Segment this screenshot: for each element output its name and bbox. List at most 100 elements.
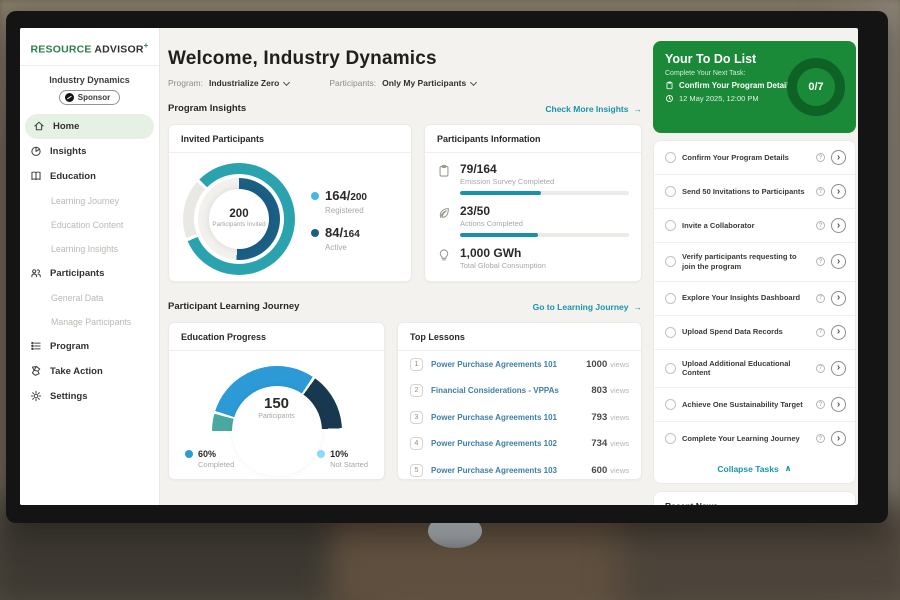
info-icon[interactable]: ? [816, 434, 825, 443]
program-filter-dropdown[interactable]: Industrialize Zero [209, 78, 289, 88]
lesson-link[interactable]: Financial Considerations - VPPAs [431, 386, 591, 395]
lesson-link[interactable]: Power Purchase Agreements 101 [431, 360, 586, 369]
progress-fill-0 [460, 191, 541, 195]
chevron-right-icon[interactable]: › [831, 431, 846, 446]
todo-item-label: Upload Additional Educational Content [682, 359, 810, 379]
lesson-row-2[interactable]: 2 Financial Considerations - VPPAs 803 v… [398, 378, 641, 405]
checkbox-circle[interactable] [665, 152, 676, 163]
program-insights-header: Program Insights Check More Insights → [168, 103, 642, 114]
sidebar-item-home[interactable]: Home [25, 114, 154, 139]
todo-item-9[interactable]: Complete Your Learning Journey ? › [654, 422, 855, 455]
todo-item-3[interactable]: Invite a Collaborator ? › [654, 209, 855, 243]
sidebar-item-education-content[interactable]: Education Content [20, 213, 159, 237]
checkbox-circle[interactable] [665, 293, 676, 304]
progress-fill-1 [460, 233, 538, 237]
info-icon[interactable]: ? [816, 294, 825, 303]
todo-item-2[interactable]: Send 50 Invitations to Participants ? › [654, 175, 855, 209]
sidebar-item-settings[interactable]: Settings [20, 384, 159, 409]
todo-item-1[interactable]: Confirm Your Program Details ? › [654, 141, 855, 175]
checkbox-circle[interactable] [665, 256, 676, 267]
sidebar-item-participants[interactable]: Participants [20, 261, 159, 286]
chevron-right-icon[interactable]: › [831, 397, 846, 412]
sidebar-item-education[interactable]: Education [20, 164, 159, 189]
lesson-views-count: 1000 [586, 359, 607, 370]
lesson-link[interactable]: Power Purchase Agreements 102 [431, 439, 591, 448]
actions-completed-row: 23/50 Actions Completed [425, 195, 641, 237]
todo-item-4[interactable]: Verify participants requesting to join t… [654, 243, 855, 282]
info-icon[interactable]: ? [816, 221, 825, 230]
sidebar-item-take-action[interactable]: Take Action [20, 359, 159, 384]
todo-list-card: Confirm Your Program Details ? › Send 50… [653, 140, 856, 484]
legend-entry-completed: 60% Completed [185, 449, 234, 469]
chevron-right-icon[interactable]: › [831, 150, 846, 165]
education-progress-title: Education Progress [169, 323, 384, 351]
checkbox-circle[interactable] [665, 327, 676, 338]
checkbox-circle[interactable] [665, 186, 676, 197]
checkbox-circle[interactable] [665, 363, 676, 374]
chevron-right-icon[interactable]: › [831, 254, 846, 269]
collapse-tasks-label: Collapse Tasks [717, 464, 778, 474]
sidebar-item-program[interactable]: Program [20, 334, 159, 359]
lesson-row-3[interactable]: 3 Power Purchase Agreements 101 793 view… [398, 404, 641, 431]
sidebar-item-manage-participants[interactable]: Manage Participants [20, 310, 159, 334]
invited-legend: 164/200 Registered 84/164 Active [311, 178, 367, 261]
checkbox-circle[interactable] [665, 433, 676, 444]
sidebar-item-label: Education Content [51, 220, 123, 230]
info-icon[interactable]: ? [816, 364, 825, 373]
home-icon [33, 120, 45, 132]
chevron-right-icon[interactable]: › [831, 218, 846, 233]
todo-item-label: Achieve One Sustainability Target [682, 400, 810, 410]
sidebar-item-insights[interactable]: Insights [20, 139, 159, 164]
registered-value: 164/ [325, 188, 350, 203]
program-insights-title: Program Insights [168, 103, 246, 114]
chevron-right-icon[interactable]: › [831, 184, 846, 199]
sidebar-item-label: Insights [50, 146, 86, 157]
registered-total: 200 [350, 192, 367, 203]
todo-item-5[interactable]: Explore Your Insights Dashboard ? › [654, 282, 855, 316]
sponsor-badge: Sponsor [59, 90, 120, 105]
participants-filter-value: Only My Participants [382, 78, 466, 88]
lesson-views-count: 803 [591, 385, 607, 396]
sidebar-item-learning-insights[interactable]: Learning Insights [20, 237, 159, 261]
lesson-rank: 5 [410, 464, 423, 477]
info-icon[interactable]: ? [816, 400, 825, 409]
active-total: 164 [343, 229, 360, 240]
check-more-insights-link[interactable]: Check More Insights → [545, 104, 642, 114]
checkbox-circle[interactable] [665, 399, 676, 410]
lesson-row-1[interactable]: 1 Power Purchase Agreements 101 1000 vie… [398, 351, 641, 378]
participants-filter-dropdown[interactable]: Only My Participants [382, 78, 476, 88]
main-content: Welcome, Industry Dynamics Program: Indu… [168, 28, 642, 480]
todo-item-6[interactable]: Upload Spend Data Records ? › [654, 316, 855, 350]
todo-item-7[interactable]: Upload Additional Educational Content ? … [654, 350, 855, 389]
sidebar-item-learning-journey[interactable]: Learning Journey [20, 189, 159, 213]
active-value: 84/ [325, 225, 343, 240]
lesson-row-5[interactable]: 5 Power Purchase Agreements 103 600 view… [398, 457, 641, 480]
leaf-icon [437, 206, 451, 222]
clipboard-icon [437, 164, 451, 180]
legend-entry-registered: 164/200 Registered [311, 187, 367, 215]
chevron-right-icon[interactable]: › [831, 291, 846, 306]
sidebar-item-general-data[interactable]: General Data [20, 286, 159, 310]
info-icon[interactable]: ? [816, 328, 825, 337]
sidebar-item-label: Home [53, 121, 79, 132]
chevron-right-icon[interactable]: › [831, 361, 846, 376]
chevron-right-icon[interactable]: › [831, 325, 846, 340]
todo-item-8[interactable]: Achieve One Sustainability Target ? › [654, 388, 855, 422]
info-icon[interactable]: ? [816, 153, 825, 162]
sidebar-nav: Home Insights Education Learning Journey [20, 114, 159, 409]
lesson-rank: 2 [410, 384, 423, 397]
info-icon[interactable]: ? [816, 257, 825, 266]
collapse-tasks-link[interactable]: Collapse Tasks ∧ [654, 455, 855, 483]
lesson-link[interactable]: Power Purchase Agreements 101 [431, 413, 591, 422]
info-icon[interactable]: ? [816, 187, 825, 196]
lesson-link[interactable]: Power Purchase Agreements 103 [431, 466, 591, 475]
actions-completed-value: 23/50 [460, 204, 629, 218]
lesson-row-4[interactable]: 4 Power Purchase Agreements 102 734 view… [398, 431, 641, 458]
emission-survey-row: 79/164 Emission Survey Completed [425, 153, 641, 195]
chevron-down-icon [470, 78, 477, 85]
invited-participants-card: Invited Participants 200 Participants In… [168, 124, 412, 282]
go-to-learning-journey-link[interactable]: Go to Learning Journey → [533, 302, 642, 312]
checkbox-circle[interactable] [665, 220, 676, 231]
gauge-legend-dot [185, 450, 193, 458]
logo-advisor: ADVISOR [94, 44, 143, 56]
